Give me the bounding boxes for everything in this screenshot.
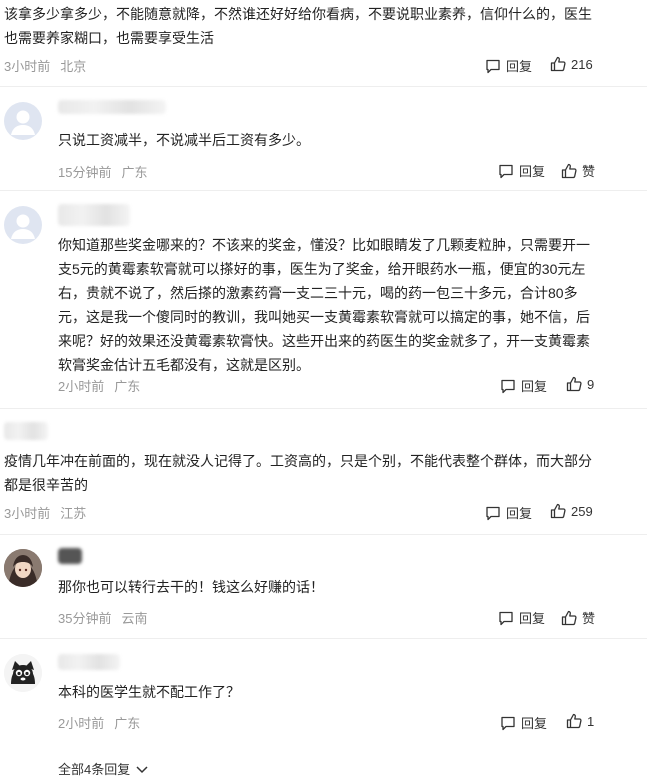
username-redacted (58, 548, 82, 564)
comment-text: 你知道那些奖金哪来的？不该来的奖金，懂没？比如眼睛发了几颗麦粒肿，只需要开一支5… (58, 237, 590, 373)
username-redacted (58, 654, 120, 670)
reply-label: 回复 (521, 716, 548, 731)
comment-meta: 15分钟前 广东 (58, 162, 147, 181)
comment-icon (501, 379, 515, 393)
reply-label: 回复 (506, 59, 533, 74)
thumbs-up-icon (566, 713, 582, 729)
comment-meta: 2小时前 广东 (58, 713, 140, 732)
comment-text: 该拿多少拿多少，不能随意就降，不然谁还好好给你看病，不要说职业素养，信仰什么的，… (4, 6, 592, 46)
chevron-down-icon (136, 765, 148, 773)
comment-meta: 2小时前 广东 (58, 376, 140, 395)
comment-location: 北京 (60, 59, 87, 74)
comment-location: 广东 (121, 165, 148, 180)
comment-text: 本科的医学生就不配工作了？ (58, 684, 240, 700)
view-all-replies-link[interactable]: 全部4条回复 (58, 759, 150, 778)
like-count: 9 (587, 376, 595, 392)
reply-label: 回复 (519, 164, 546, 179)
reply-button[interactable]: 回复 (485, 503, 532, 522)
thumbs-up-icon (566, 376, 582, 392)
like-button[interactable]: 259 (550, 503, 593, 519)
divider (0, 86, 647, 87)
username-redacted (58, 100, 166, 114)
reply-label: 回复 (506, 506, 533, 521)
reply-button[interactable]: 回复 (498, 608, 545, 627)
comment-location: 云南 (121, 611, 148, 626)
view-all-replies-label: 全部4条回复 (58, 762, 131, 777)
comment-icon (501, 716, 515, 730)
divider (0, 534, 647, 535)
thumbs-up-icon (561, 610, 577, 625)
reply-button[interactable]: 回复 (498, 161, 545, 180)
comment-time: 3小时前 (4, 59, 51, 74)
comment-icon (486, 59, 500, 73)
comment-time: 2小时前 (58, 716, 105, 731)
username-redacted (58, 204, 130, 226)
cat-profile-picture-icon (4, 654, 42, 692)
divider (0, 190, 647, 191)
like-label: 赞 (582, 611, 596, 626)
comment-location: 广东 (114, 716, 141, 731)
avatar[interactable] (4, 206, 42, 244)
user-icon (11, 110, 35, 135)
comment-time: 3小时前 (4, 506, 51, 521)
reply-button[interactable]: 回复 (500, 376, 547, 395)
like-button[interactable]: 9 (566, 376, 594, 392)
comment-location: 江苏 (60, 506, 87, 521)
divider (0, 638, 647, 639)
divider (0, 408, 647, 409)
like-label: 赞 (582, 164, 596, 179)
like-count: 216 (571, 56, 593, 72)
like-button[interactable]: 1 (566, 713, 594, 729)
avatar[interactable] (4, 102, 42, 140)
like-button[interactable]: 216 (550, 56, 593, 72)
avatar[interactable] (4, 549, 42, 587)
like-button[interactable]: 赞 (561, 161, 595, 180)
comment-icon (499, 611, 513, 625)
avatar[interactable] (4, 654, 42, 692)
comment-time: 15分钟前 (58, 165, 112, 180)
user-icon (11, 214, 35, 239)
comment-meta: 3小时前 江苏 (4, 503, 86, 522)
comment-text: 疫情几年冲在前面的，现在就没人记得了。工资高的，只是个别，不能代表整个群体，而大… (4, 453, 592, 493)
thumbs-up-icon (561, 163, 577, 178)
username-redacted (4, 422, 48, 440)
reply-button[interactable]: 回复 (485, 56, 532, 75)
comment-meta: 3小时前 北京 (4, 56, 86, 75)
comment-time: 2小时前 (58, 379, 105, 394)
comment-location: 广东 (114, 379, 141, 394)
comment-meta: 35分钟前 云南 (58, 608, 147, 627)
profile-picture-icon (4, 549, 42, 587)
reply-button[interactable]: 回复 (500, 713, 547, 732)
thumbs-up-icon (550, 503, 566, 519)
like-button[interactable]: 赞 (561, 608, 595, 627)
comment-icon (499, 164, 513, 178)
like-count: 1 (587, 713, 595, 729)
reply-label: 回复 (519, 611, 546, 626)
like-count: 259 (571, 503, 593, 519)
comment-icon (486, 506, 500, 520)
comment-time: 35分钟前 (58, 611, 112, 626)
reply-label: 回复 (521, 379, 548, 394)
comment-text: 只说工资减半，不说减半后工资有多少。 (58, 132, 310, 148)
thumbs-up-icon (550, 56, 566, 72)
comment-text: 那你也可以转行去干的！钱这么好赚的话！ (58, 579, 324, 595)
